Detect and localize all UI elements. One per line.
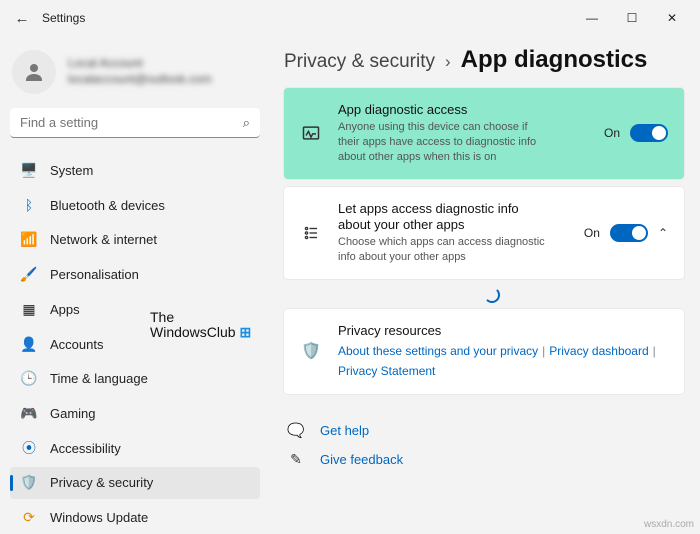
search-box[interactable]: ⌕ — [10, 108, 260, 138]
shield-icon: 🛡️ — [20, 474, 38, 492]
sidebar-item-apps[interactable]: ▦Apps — [10, 293, 260, 326]
list-settings-icon — [300, 224, 322, 242]
help-icon: 🗨️ — [286, 422, 306, 439]
diagnostics-icon — [300, 123, 322, 143]
get-help-link[interactable]: Get help — [320, 423, 369, 438]
user-block[interactable]: Local Account localaccount@outlook.com — [10, 44, 260, 108]
link-privacy-dashboard[interactable]: Privacy dashboard — [549, 343, 648, 359]
close-button[interactable]: ✕ — [652, 4, 692, 32]
toggle-state-label: On — [604, 126, 620, 140]
display-icon: 🖥️ — [20, 161, 38, 179]
get-help-row[interactable]: 🗨️ Get help — [284, 416, 684, 445]
sidebar-item-accessibility[interactable]: ⦿Accessibility — [10, 432, 260, 465]
sidebar-item-bluetooth[interactable]: ᛒBluetooth & devices — [10, 189, 260, 222]
card-app-diagnostic-access[interactable]: App diagnostic access Anyone using this … — [284, 88, 684, 179]
window-title: Settings — [42, 11, 85, 25]
back-button[interactable]: ← — [8, 10, 36, 27]
sidebar-item-gaming[interactable]: 🎮Gaming — [10, 397, 260, 430]
give-feedback-row[interactable]: ✎ Give feedback — [284, 445, 684, 474]
wifi-icon: 📶 — [20, 231, 38, 249]
breadcrumb: Privacy & security › App diagnostics — [284, 46, 684, 74]
minimize-button[interactable]: — — [572, 4, 612, 32]
bluetooth-icon: ᛒ — [20, 196, 38, 214]
privacy-links: About these settings and your privacy| P… — [338, 343, 668, 379]
link-privacy-statement[interactable]: Privacy Statement — [338, 363, 435, 379]
give-feedback-link[interactable]: Give feedback — [320, 452, 403, 467]
card-title: App diagnostic access — [338, 102, 588, 118]
clock-icon: 🕒 — [20, 370, 38, 388]
maximize-button[interactable]: ☐ — [612, 4, 652, 32]
avatar — [12, 50, 56, 94]
chevron-right-icon: › — [445, 52, 451, 72]
sidebar: Local Account localaccount@outlook.com ⌕… — [0, 36, 270, 534]
breadcrumb-parent[interactable]: Privacy & security — [284, 51, 435, 73]
sidebar-item-windows-update[interactable]: ⟳Windows Update — [10, 501, 260, 534]
sidebar-item-system[interactable]: 🖥️System — [10, 154, 260, 187]
person-icon — [22, 60, 46, 84]
user-info: Local Account localaccount@outlook.com — [68, 56, 212, 87]
diagnostic-access-toggle[interactable] — [630, 124, 668, 142]
sidebar-item-accounts[interactable]: 👤Accounts — [10, 328, 260, 361]
titlebar: ← Settings — ☐ ✕ — [0, 0, 700, 36]
feedback-icon: ✎ — [286, 451, 306, 468]
card-privacy-resources: 🛡️ Privacy resources About these setting… — [284, 309, 684, 394]
sidebar-item-time-language[interactable]: 🕒Time & language — [10, 362, 260, 395]
card-title: Let apps access diagnostic info about yo… — [338, 201, 538, 234]
gaming-icon: 🎮 — [20, 405, 38, 423]
search-input[interactable] — [10, 108, 260, 138]
accessibility-icon: ⦿ — [20, 439, 38, 457]
toggle-state-label: On — [584, 226, 600, 240]
chevron-up-icon[interactable]: ⌃ — [658, 226, 668, 240]
search-icon: ⌕ — [243, 115, 250, 131]
let-apps-toggle[interactable] — [610, 224, 648, 242]
nav-list: 🖥️System ᛒBluetooth & devices 📶Network &… — [10, 154, 260, 534]
sidebar-item-network[interactable]: 📶Network & internet — [10, 223, 260, 256]
sidebar-item-privacy-security[interactable]: 🛡️Privacy & security — [10, 467, 260, 500]
accounts-icon: 👤 — [20, 335, 38, 353]
loading-spinner-icon — [484, 287, 500, 303]
content-area: Privacy & security › App diagnostics App… — [270, 36, 700, 534]
shield-icon: 🛡️ — [300, 341, 322, 361]
link-about-settings[interactable]: About these settings and your privacy — [338, 343, 538, 359]
apps-icon: ▦ — [20, 300, 38, 318]
update-icon: ⟳ — [20, 509, 38, 527]
loading-spinner-row — [284, 287, 684, 309]
sidebar-item-personalisation[interactable]: 🖌️Personalisation — [10, 258, 260, 291]
card-description: Choose which apps can access diagnostic … — [338, 235, 548, 265]
brush-icon: 🖌️ — [20, 266, 38, 284]
card-title: Privacy resources — [338, 323, 668, 339]
page-title: App diagnostics — [461, 46, 648, 74]
card-description: Anyone using this device can choose if t… — [338, 120, 548, 165]
card-let-apps-access[interactable]: Let apps access diagnostic info about yo… — [284, 187, 684, 279]
source-watermark: wsxdn.com — [644, 519, 694, 530]
